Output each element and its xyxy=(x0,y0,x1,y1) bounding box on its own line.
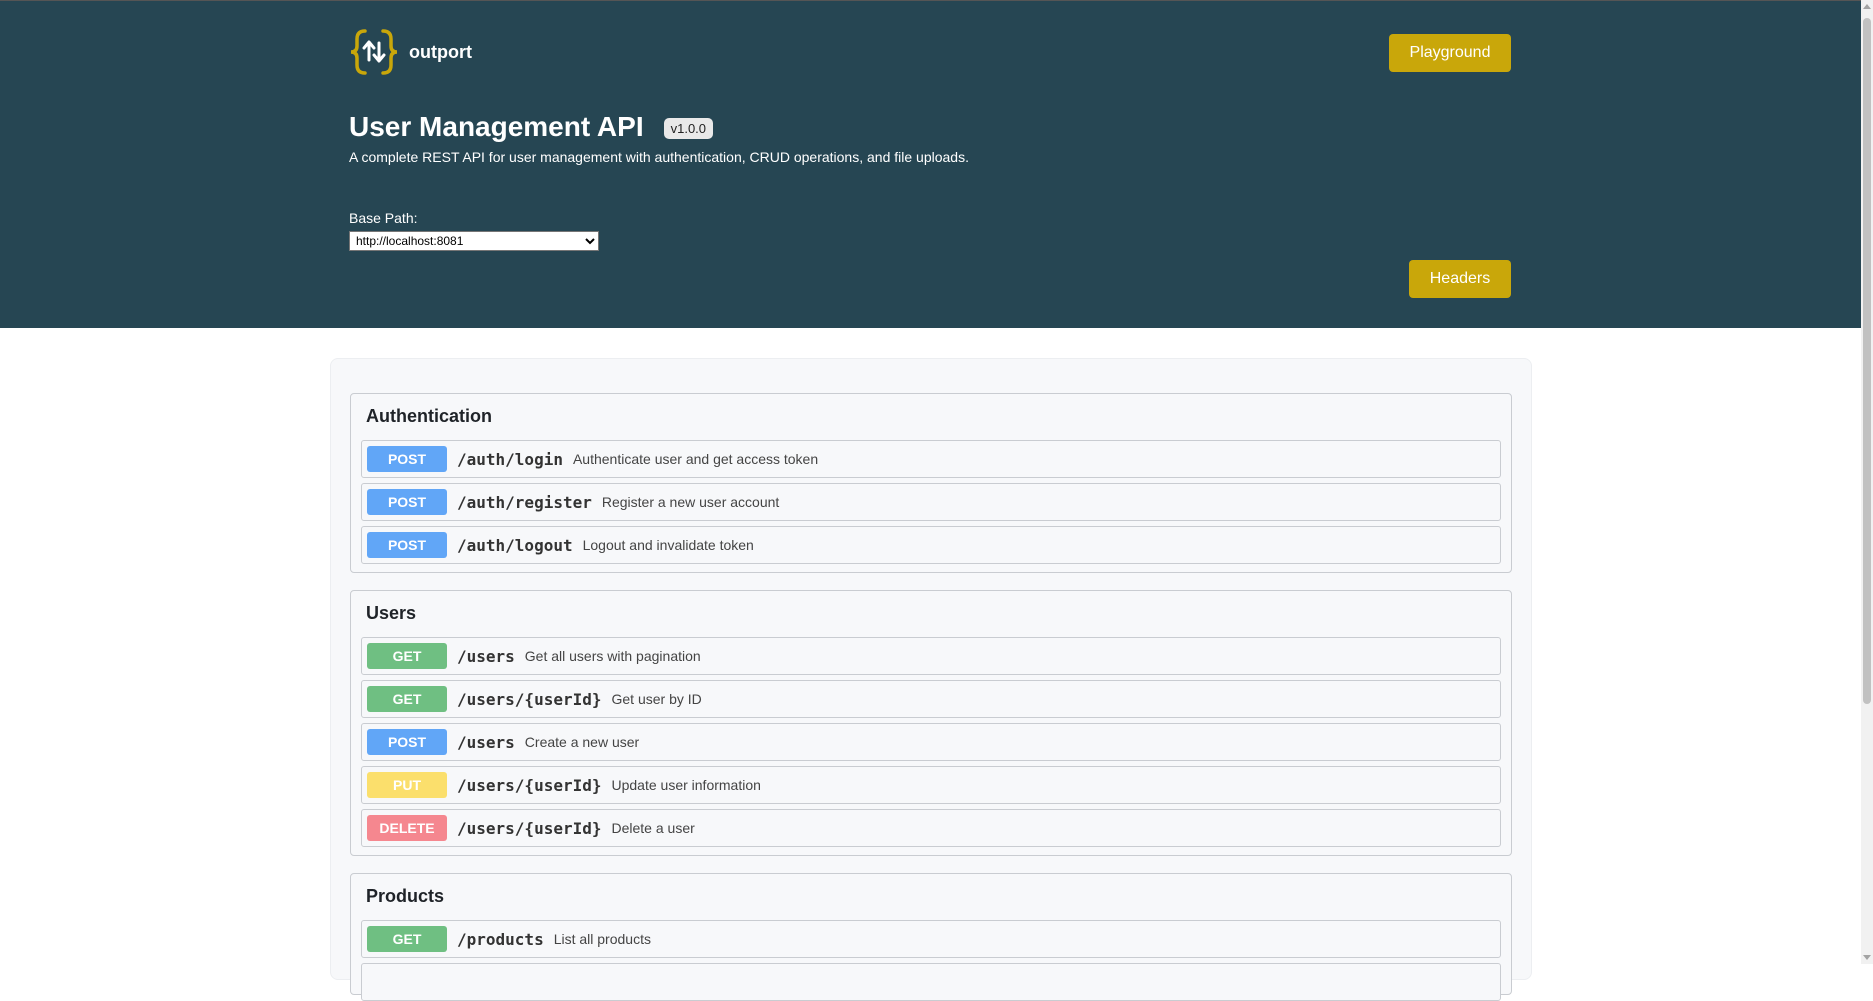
title-row: User Management API v1.0.0 xyxy=(349,111,1511,143)
method-badge: DELETE xyxy=(367,815,447,841)
endpoint-summary: Update user information xyxy=(611,777,761,793)
endpoint-summary: Register a new user account xyxy=(601,494,780,510)
endpoint-path: /auth/logout xyxy=(457,535,573,555)
endpoint-summary: Get user by ID xyxy=(611,691,702,707)
api-title: User Management API xyxy=(349,111,644,142)
braces-arrows-icon xyxy=(350,29,398,75)
endpoint-row[interactable]: GET /users/{userId} Get user by ID xyxy=(361,680,1501,718)
endpoint-row[interactable]: POST /users Create a new user xyxy=(361,723,1501,761)
endpoint-summary: Authenticate user and get access token xyxy=(572,451,819,467)
headers-button[interactable]: Headers xyxy=(1409,260,1511,298)
endpoint-path: /users/{userId} xyxy=(457,689,602,709)
endpoint-row[interactable]: POST /auth/logout Logout and invalidate … xyxy=(361,526,1501,564)
page-scrollbar[interactable] xyxy=(1861,0,1873,964)
endpoint-path: /users/{userId} xyxy=(457,818,602,838)
method-badge: GET xyxy=(367,643,447,669)
group-title: Products xyxy=(366,886,445,906)
endpoint-row[interactable]: PUT /users/{userId} Update user informat… xyxy=(361,766,1501,804)
group-title: Authentication xyxy=(366,406,492,426)
endpoint-summary: Delete a user xyxy=(611,820,695,836)
endpoint-path: /auth/register xyxy=(457,492,592,512)
endpoint-path: /auth/login xyxy=(457,449,563,469)
endpoints-panel: Authentication POST /auth/login Authenti… xyxy=(330,358,1532,1001)
endpoint-summary: Create a new user xyxy=(524,734,640,750)
endpoint-path: /users/{userId} xyxy=(457,775,602,795)
brand[interactable]: outport xyxy=(349,27,1511,77)
endpoint-path: /products xyxy=(457,929,544,949)
endpoint-row[interactable] xyxy=(361,963,1501,1001)
method-badge: POST xyxy=(367,532,447,558)
api-header: outport Playground User Management API v… xyxy=(0,1,1861,328)
base-path-label: Base Path: xyxy=(349,210,418,226)
group-title: Users xyxy=(366,603,417,623)
playground-button[interactable]: Playground xyxy=(1389,34,1511,72)
brand-name: outport xyxy=(409,41,472,62)
endpoint-path: /users xyxy=(457,646,515,666)
endpoint-summary: List all products xyxy=(553,931,651,947)
endpoint-row[interactable]: POST /auth/register Register a new user … xyxy=(361,483,1501,521)
method-badge: GET xyxy=(367,686,447,712)
method-badge: POST xyxy=(367,446,447,472)
endpoint-row[interactable]: GET /products List all products xyxy=(361,920,1501,958)
base-path-select[interactable]: http://localhost:8081 xyxy=(349,231,599,251)
endpoint-summary: Get all users with pagination xyxy=(524,648,701,664)
endpoint-row[interactable]: DELETE /users/{userId} Delete a user xyxy=(361,809,1501,847)
scroll-down-icon[interactable] xyxy=(1863,955,1871,960)
scroll-up-icon[interactable] xyxy=(1863,4,1871,9)
group-products: Products GET /products List all products xyxy=(350,873,1512,1001)
group-users: Users GET /users Get all users with pagi… xyxy=(350,590,1512,856)
api-description: A complete REST API for user management … xyxy=(349,149,969,165)
endpoint-row[interactable]: POST /auth/login Authenticate user and g… xyxy=(361,440,1501,478)
endpoint-path: /users xyxy=(457,732,515,752)
method-badge: POST xyxy=(367,729,447,755)
endpoint-row[interactable]: GET /users Get all users with pagination xyxy=(361,637,1501,675)
endpoint-summary: Logout and invalidate token xyxy=(582,537,754,553)
version-badge: v1.0.0 xyxy=(663,118,714,139)
scrollbar-thumb[interactable] xyxy=(1863,18,1871,704)
group-authentication: Authentication POST /auth/login Authenti… xyxy=(350,393,1512,573)
method-badge: POST xyxy=(367,489,447,515)
method-badge: PUT xyxy=(367,772,447,798)
method-badge: GET xyxy=(367,926,447,952)
